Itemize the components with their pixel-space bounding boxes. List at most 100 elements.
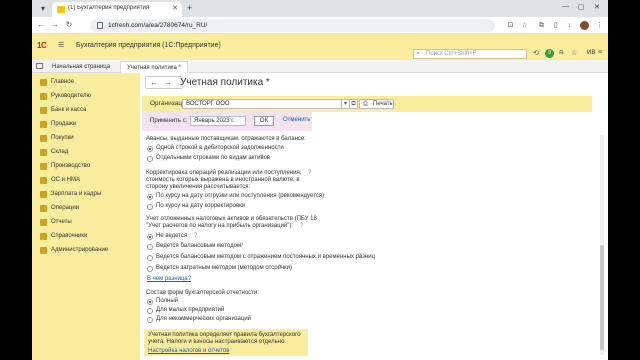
browser-tabstrip: ▾ (1) Бухгалтерия предприятия ✕ + — ▢ ✕ xyxy=(32,0,608,17)
user-name[interactable]: ИВ xyxy=(587,50,595,56)
radio-label: По курсу на дату отгрузки или поступлени… xyxy=(156,193,325,199)
bookmark-star-icon[interactable]: ☆ xyxy=(520,21,529,30)
screen: ▾ (1) Бухгалтерия предприятия ✕ + — ▢ ✕ … xyxy=(0,0,640,360)
scrollbar-thumb[interactable] xyxy=(600,245,604,350)
radio-label: Ведется затратным методом (методом отсро… xyxy=(156,265,292,271)
form-title: Учетная политика * xyxy=(180,77,270,88)
sidebar-item-purchases[interactable]: Покупки xyxy=(32,133,140,145)
apply-label: Применить с: xyxy=(150,118,188,124)
minimize-icon[interactable]: — xyxy=(562,3,569,10)
sidebar-item-operations[interactable]: Операции xyxy=(32,203,140,215)
sidebar-item-manager[interactable]: Руководителю xyxy=(32,91,140,103)
downloads-icon[interactable]: ↓ xyxy=(565,21,574,30)
maximize-icon[interactable]: ▢ xyxy=(578,3,585,11)
sidebar-item-sales[interactable]: Продажи xyxy=(32,119,140,131)
tab-search-icon[interactable]: ▾ xyxy=(38,4,48,14)
home-icon[interactable] xyxy=(36,63,43,69)
help-icon[interactable]: ? xyxy=(194,233,197,239)
sidebar-item-catalogs[interactable]: Справочники xyxy=(32,231,140,243)
search-icon: ⌕ xyxy=(416,50,420,57)
radio-dot xyxy=(147,204,153,210)
bank-icon xyxy=(40,107,47,114)
sidebar-item-warehouse[interactable]: Склад xyxy=(32,147,140,159)
search-placeholder: Поиск Ctrl+Shift+F xyxy=(426,51,477,57)
install-app-icon[interactable]: ⊡ xyxy=(506,21,515,30)
help-icon[interactable]: ? xyxy=(240,243,243,249)
address-bar[interactable]: 1cfresh.com/a/ea/2780674/ru_RU/ xyxy=(90,19,495,32)
help-icon[interactable]: ? xyxy=(260,155,263,161)
radio-label: Для малых предприятий xyxy=(156,307,225,313)
tab-accounting-policy[interactable]: Учетная политика * xyxy=(120,61,188,73)
app-header: 1С ☰ Бухгалтерия предприятия (1С:Предпри… xyxy=(32,34,608,60)
sales-icon xyxy=(40,121,47,128)
radio-dot xyxy=(147,234,153,240)
new-tab-icon[interactable]: + xyxy=(187,3,192,13)
sidebar-item-payroll[interactable]: Зарплата и кадры xyxy=(32,189,140,201)
form-back-icon[interactable]: ← xyxy=(150,78,158,87)
extensions-icon[interactable]: ⧉ xyxy=(537,21,546,30)
radio-dot xyxy=(147,244,153,250)
advances-title: Авансы, выданные поставщикам, отражаются… xyxy=(146,136,306,142)
close-window-icon[interactable]: ✕ xyxy=(594,3,600,11)
ok-button[interactable]: ОК xyxy=(254,116,274,126)
favicon-icon xyxy=(57,6,65,13)
radio-dot xyxy=(147,308,153,314)
browser-tab[interactable]: (1) Бухгалтерия предприятия ✕ xyxy=(52,2,182,17)
form-scrollbar[interactable] xyxy=(600,135,604,355)
reload-icon[interactable]: ↻ xyxy=(64,20,74,29)
form-nav: ← → xyxy=(145,76,183,89)
print-button[interactable]: ⎙ Печать xyxy=(359,99,394,109)
sidebar-item-reports[interactable]: Отчеты xyxy=(32,217,140,229)
sidebar-item-bank[interactable]: Банк и касса xyxy=(32,105,140,117)
factory-icon xyxy=(40,163,47,170)
profile-avatar[interactable] xyxy=(580,21,589,30)
help-icon[interactable]: ? xyxy=(358,254,361,260)
help-icon[interactable]: ? xyxy=(278,265,281,271)
apply-date-field[interactable]: Январь 2023 г. xyxy=(190,116,246,126)
radio-label: По курсу на дату корректировки xyxy=(156,203,246,209)
radio-dot xyxy=(147,146,153,152)
sidebar-item-label: Покупки xyxy=(51,135,74,141)
difference-link[interactable]: В чем разница? xyxy=(147,276,191,282)
history-icon[interactable]: ⟲ xyxy=(533,49,539,57)
help-icon[interactable]: ? xyxy=(300,223,303,229)
bell-icon[interactable]: ⍾ xyxy=(559,49,564,57)
warehouse-icon xyxy=(40,149,47,156)
org-open-icon[interactable]: ⧉ xyxy=(349,99,358,109)
profile-side-icon[interactable]: ▯ xyxy=(551,21,560,30)
main-menu-icon[interactable]: ☰ xyxy=(58,41,64,49)
sidebar-item-production[interactable]: Производство xyxy=(32,161,140,173)
apply-from-box: Применить с: Январь 2023 г. ОК Отменить xyxy=(142,112,312,131)
form-forward-icon[interactable]: → xyxy=(164,78,172,87)
tab-start-page[interactable]: Начальная страница xyxy=(46,61,116,73)
back-icon[interactable]: ← xyxy=(36,20,46,29)
site-info-icon[interactable] xyxy=(97,22,103,29)
radio-label: Полный xyxy=(156,298,178,304)
form-area: ← → Учетная политика * ⋮ ✕ Организация: … xyxy=(140,73,608,360)
browser-toolbar: ← → ↻ 1cfresh.com/a/ea/2780674/ru_RU/ ⊡ … xyxy=(32,17,608,34)
sidebar-item-main[interactable]: Главное xyxy=(32,77,140,89)
radio-label: Одной строкой в дебиторской задолженност… xyxy=(156,145,284,151)
forward-icon[interactable]: → xyxy=(50,20,60,29)
report-icon xyxy=(40,219,47,226)
sidebar-item-label: Склад xyxy=(51,149,69,155)
cancel-link[interactable]: Отменить xyxy=(283,117,310,123)
info-text: Учетная политика определяет правила бухг… xyxy=(148,332,301,345)
sidebar: Главное Руководителю Банк и касса Продаж… xyxy=(32,73,140,360)
sidebar-item-label: Главное xyxy=(51,79,74,85)
org-field[interactable]: ВОСТОРГ ООО xyxy=(182,99,342,109)
notifications-badge[interactable]: 9 xyxy=(545,49,554,58)
org-bar: Организация: ВОСТОРГ ООО ▾ ⧉ ⎙ Печать xyxy=(142,96,592,112)
tax-settings-link[interactable]: Настройка налогов и отчетов xyxy=(148,348,229,354)
settings-icon[interactable]: ≡ xyxy=(598,49,602,56)
global-search-input[interactable]: ⌕ Поиск Ctrl+Shift+F xyxy=(413,49,527,59)
help-icon[interactable]: ? xyxy=(308,170,311,176)
close-tab-icon[interactable]: ✕ xyxy=(172,4,178,12)
operations-icon xyxy=(40,205,47,212)
favorites-star-icon[interactable]: ☆ xyxy=(571,49,577,57)
sidebar-item-assets[interactable]: ОС и НМА xyxy=(32,175,140,187)
browser-menu-icon[interactable]: ⋮ xyxy=(595,21,604,30)
fx-title: Корректировка операций реализации или по… xyxy=(146,170,302,190)
sidebar-item-admin[interactable]: Администрирование xyxy=(32,245,140,257)
radio-label: Не ведется xyxy=(156,233,188,239)
